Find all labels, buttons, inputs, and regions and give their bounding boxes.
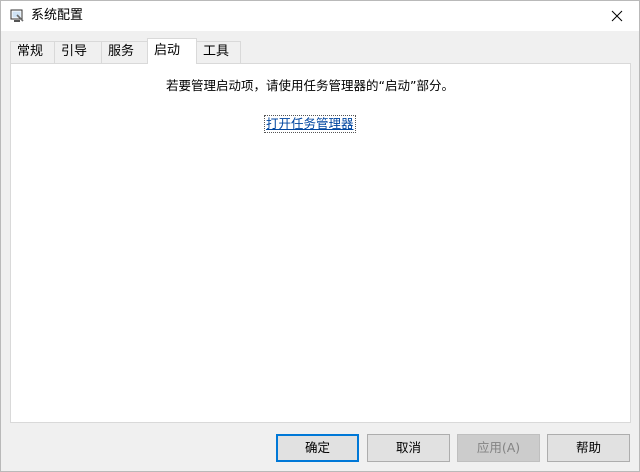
startup-tab-panel: 若要管理启动项，请使用任务管理器的“启动”部分。 打开任务管理器: [10, 63, 631, 423]
cancel-button[interactable]: 取消: [367, 434, 450, 462]
ok-button[interactable]: 确定: [276, 434, 359, 462]
tab-services[interactable]: 服务: [101, 41, 148, 63]
close-button[interactable]: [595, 1, 639, 31]
title-bar[interactable]: 系统配置: [1, 1, 639, 31]
system-config-window: 系统配置 常规 引导 服务 启动 工具 若要管理启动项，请使用任务管理器的“启动…: [0, 0, 640, 472]
tab-startup[interactable]: 启动: [147, 38, 197, 64]
close-icon: [611, 10, 623, 22]
window-title: 系统配置: [31, 8, 84, 23]
tab-boot[interactable]: 引导: [54, 41, 102, 63]
startup-instruction-text: 若要管理启动项，请使用任务管理器的“启动”部分。: [166, 78, 454, 93]
tab-tools[interactable]: 工具: [196, 41, 241, 63]
tab-general[interactable]: 常规: [10, 41, 55, 63]
help-button[interactable]: 帮助: [547, 434, 630, 462]
open-task-manager-link[interactable]: 打开任务管理器: [264, 115, 356, 133]
apply-button[interactable]: 应用(A): [457, 434, 540, 462]
system-config-icon: [10, 9, 24, 23]
